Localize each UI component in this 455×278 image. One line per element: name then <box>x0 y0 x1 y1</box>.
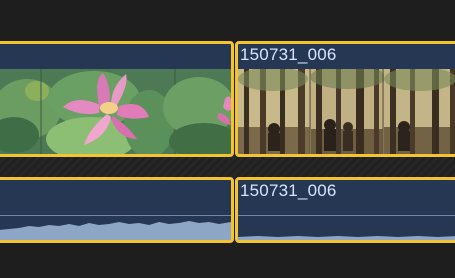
video-clip-150731-006[interactable]: 150731_006 <box>235 41 455 157</box>
filmstrip-forest <box>238 69 455 154</box>
video-clip-lotus[interactable] <box>0 41 234 157</box>
forest-frame <box>310 69 386 154</box>
forest-frame <box>384 69 455 154</box>
audio-clip-lotus[interactable] <box>0 177 234 243</box>
lotus-frame <box>163 77 231 154</box>
forest-frame <box>238 69 310 154</box>
clip-title: 150731_006 <box>240 45 337 64</box>
timeline: 150731_006 150731_006 <box>0 0 455 278</box>
filmstrip-lotus <box>0 69 231 154</box>
gap-hatch <box>0 156 455 178</box>
audio-waveform <box>0 180 231 240</box>
audio-waveform <box>238 180 455 240</box>
audio-clip-150731-006[interactable]: 150731_006 <box>235 177 455 243</box>
